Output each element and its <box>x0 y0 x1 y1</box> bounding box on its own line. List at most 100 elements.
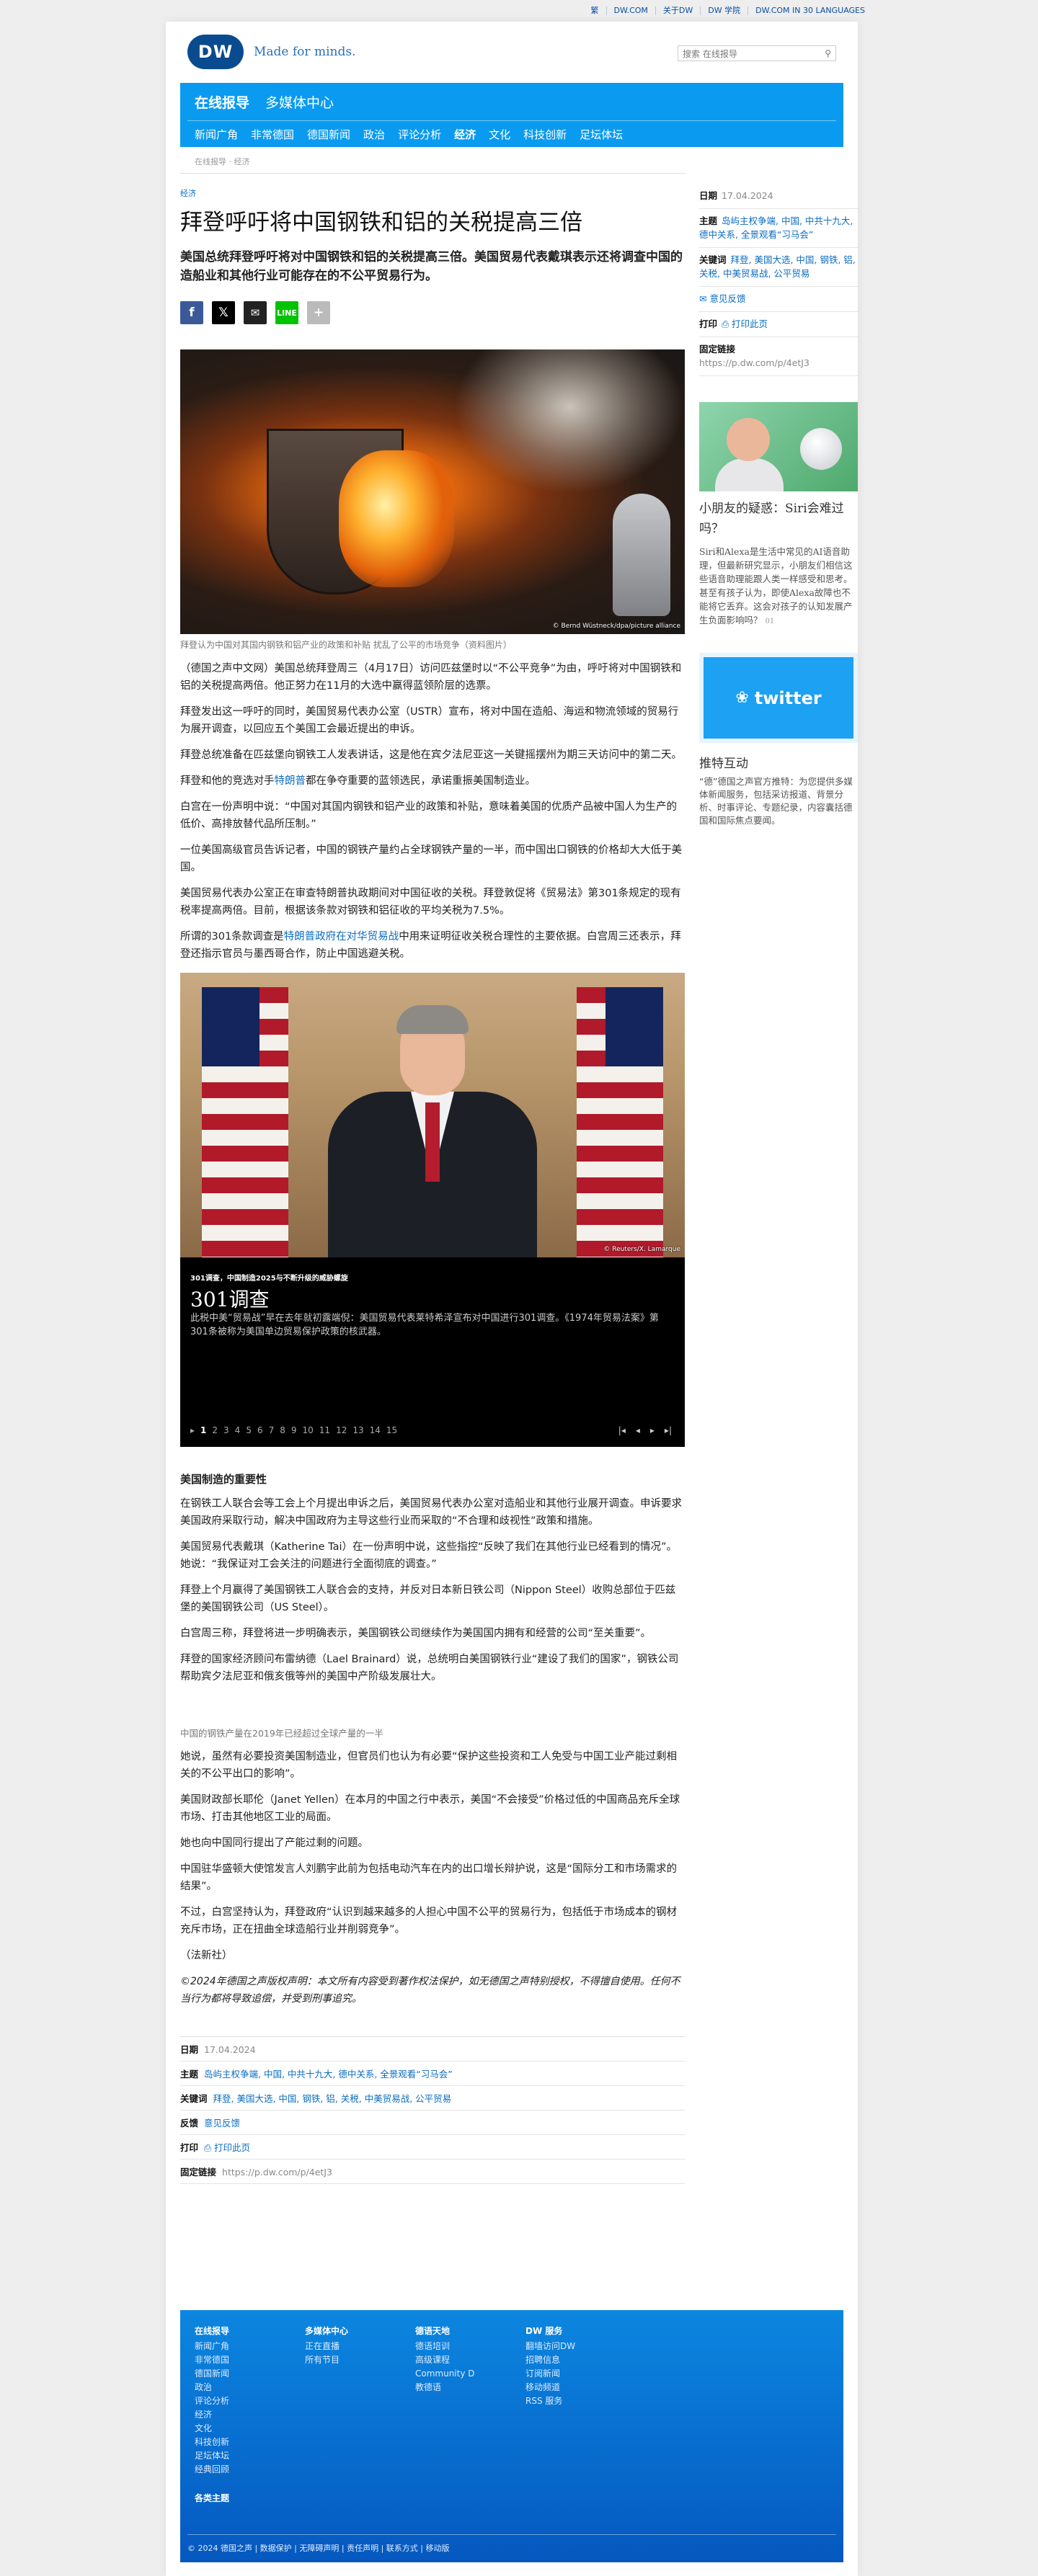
print-link[interactable]: 打印此页 <box>214 2142 250 2153</box>
link-dwcom[interactable]: DW.COM <box>606 6 655 15</box>
footer-main-topics[interactable]: 各类主题 <box>195 2492 229 2504</box>
footer-heading[interactable]: 在线报导 <box>195 2325 305 2337</box>
footer-link[interactable]: 新闻广角 <box>195 2340 305 2353</box>
nav-item-german-news[interactable]: 德国新闻 <box>307 127 350 142</box>
link-trump[interactable]: 特朗普 <box>275 775 306 787</box>
footer-heading[interactable]: DW 服务 <box>525 2325 636 2337</box>
link-languages[interactable]: DW.COM IN 30 LANGUAGES <box>748 6 872 15</box>
gallery-page[interactable]: 5 <box>246 1425 252 1435</box>
article-kicker[interactable]: 经济 <box>180 187 685 199</box>
facebook-icon[interactable]: f <box>180 301 203 324</box>
nav-item-politics[interactable]: 政治 <box>363 127 385 142</box>
footer-heading[interactable]: 德语天地 <box>415 2325 525 2337</box>
footer-link[interactable]: 招聘信息 <box>525 2353 636 2367</box>
paragraph: 拜登的国家经济顾问布雷纳德（Lael Brainard）说，总统明白美国钢铁行业… <box>180 1654 679 1683</box>
gallery-page[interactable]: 15 <box>386 1425 397 1435</box>
footer-link[interactable]: 德语培训 <box>415 2340 525 2353</box>
paragraph: 美国贸易代表戴琪（Katherine Tai）在一份声明中说，这些指控“反映了我… <box>180 1541 678 1570</box>
nav-item-news[interactable]: 新闻广角 <box>195 127 238 142</box>
gallery-page[interactable]: 6 <box>257 1425 263 1435</box>
paragraph: 拜登发出这一呼吁的同时，美国贸易代表办公室（USTR）宣布，将对中国在造船、海运… <box>180 706 679 735</box>
last-icon[interactable]: ▸| <box>665 1425 672 1435</box>
footer-link[interactable]: 评论分析 <box>195 2394 305 2408</box>
paragraph: 美国财政部长耶伦（Janet Yellen）在本月的中国之行中表示，美国“不会接… <box>180 1794 680 1823</box>
gallery-page[interactable]: 4 <box>235 1425 241 1435</box>
search-input[interactable]: 搜索 在线报导 ⚲ <box>678 45 836 61</box>
play-icon[interactable]: ▸ <box>190 1425 195 1435</box>
line-icon[interactable]: LINE <box>275 301 298 324</box>
footer-link[interactable]: 教德语 <box>415 2381 525 2394</box>
gallery-page[interactable]: 2 <box>212 1425 218 1435</box>
sb-topics-links[interactable]: 岛屿主权争端, 中国, 中共十九大, 德中关系, 全景观看“习马会” <box>699 215 853 240</box>
sb-label: 日期 <box>699 190 718 201</box>
plus-icon[interactable]: + <box>307 301 330 324</box>
footer-heading[interactable]: 多媒体中心 <box>305 2325 415 2337</box>
gallery-page[interactable]: 7 <box>269 1425 275 1435</box>
footer-link[interactable]: 政治 <box>195 2381 305 2394</box>
gallery-page[interactable]: 13 <box>352 1425 363 1435</box>
promo-title[interactable]: 推特互动 <box>699 753 858 771</box>
twitter-promo[interactable]: ❀ twitter <box>699 653 858 743</box>
footer-link[interactable]: 正在直播 <box>305 2340 415 2353</box>
footer-link[interactable]: RSS 服务 <box>525 2394 636 2408</box>
flag-canton <box>606 987 663 1066</box>
link-academy[interactable]: DW 学院 <box>700 6 748 15</box>
permalink-value[interactable]: https://p.dw.com/p/4etJ3 <box>222 2167 332 2178</box>
gallery-page[interactable]: 3 <box>223 1425 229 1435</box>
mail-icon[interactable]: ✉ <box>244 301 267 324</box>
gallery-page[interactable]: 12 <box>336 1425 347 1435</box>
link-traditional[interactable]: 繁 <box>584 6 606 15</box>
footer-link[interactable]: 文化 <box>195 2422 305 2435</box>
gallery-page[interactable]: 1 <box>200 1425 206 1435</box>
link-trade-war[interactable]: 特朗普政府在对华贸易战 <box>284 931 399 942</box>
meta-topics-links[interactable]: 岛屿主权争端, 中国, 中共十九大, 德中关系, 全景观看“习马会” <box>204 2069 453 2080</box>
next-icon[interactable]: ▸ <box>650 1425 655 1435</box>
footer-link[interactable]: 经济 <box>195 2408 305 2422</box>
teaser-title[interactable]: 小朋友的疑惑：Siri会难过吗？ <box>699 499 858 539</box>
footer-link[interactable]: 翻墙访问DW <box>525 2340 636 2353</box>
nav-item-economy[interactable]: 经济 <box>454 127 476 142</box>
gallery-page[interactable]: 11 <box>319 1425 330 1435</box>
prev-icon[interactable]: ◂ <box>636 1425 640 1435</box>
gallery-page[interactable]: 9 <box>291 1425 297 1435</box>
footer-link[interactable]: 移动频道 <box>525 2381 636 2394</box>
nav-item-analysis[interactable]: 评论分析 <box>398 127 441 142</box>
nav-item-germany[interactable]: 非常德国 <box>251 127 294 142</box>
feedback-link[interactable]: 意见反馈 <box>204 2118 240 2129</box>
nav-multimedia[interactable]: 多媒体中心 <box>265 92 334 112</box>
sb-permalink-value[interactable]: https://p.dw.com/p/4etJ3 <box>699 357 809 368</box>
nav-item-culture[interactable]: 文化 <box>489 127 510 142</box>
footer-link[interactable]: 订阅新闻 <box>525 2367 636 2381</box>
footer-link[interactable]: Community D <box>415 2367 525 2381</box>
teaser-image[interactable] <box>699 402 858 491</box>
breadcrumb[interactable]: 在线报导 · 经济 <box>195 156 858 167</box>
link-about[interactable]: 关于DW <box>655 6 700 15</box>
search-icon[interactable]: ⚲ <box>825 48 831 58</box>
nav-item-sports[interactable]: 足坛体坛 <box>580 127 623 142</box>
print-icon[interactable]: ⎙ <box>204 2142 214 2153</box>
sb-print-link[interactable]: 打印此页 <box>732 318 768 329</box>
footer-link[interactable]: 足坛体坛 <box>195 2449 305 2463</box>
print-icon[interactable]: ⎙ <box>722 318 732 329</box>
gallery-page[interactable]: 10 <box>303 1425 314 1435</box>
logo[interactable]: DW Made for minds. <box>187 35 355 69</box>
first-icon[interactable]: |◂ <box>618 1425 626 1435</box>
footer-link[interactable]: 科技创新 <box>195 2435 305 2449</box>
gallery-page[interactable]: 14 <box>370 1425 381 1435</box>
nav-item-tech[interactable]: 科技创新 <box>523 127 567 142</box>
footer-link[interactable]: 高级课程 <box>415 2353 525 2367</box>
paragraph: （法新社） <box>180 1950 233 1961</box>
gallery-page[interactable]: 8 <box>280 1425 285 1435</box>
sb-label: 主题 <box>699 215 718 226</box>
footer-link[interactable]: 非常德国 <box>195 2353 305 2367</box>
x-icon[interactable]: 𝕏 <box>212 301 235 324</box>
footer-link[interactable]: 德国新闻 <box>195 2367 305 2381</box>
mail-icon[interactable]: ✉ <box>699 293 709 304</box>
sb-feedback-link[interactable]: 意见反馈 <box>709 293 745 304</box>
footer-copyright[interactable]: © 2024 德国之声 | 数据保护 | 无障碍声明 | 责任声明 | 联系方式… <box>187 2534 836 2554</box>
footer-link[interactable]: 经典回顾 <box>195 2463 305 2477</box>
meta-keywords-links[interactable]: 拜登, 美国大选, 中国, 钢铁, 铝, 关税, 中美贸易战, 公平贸易 <box>213 2093 452 2104</box>
nav-online-reports[interactable]: 在线报导 <box>195 92 249 112</box>
footer-link[interactable]: 所有节目 <box>305 2353 415 2367</box>
paragraph: 白宫周三称，拜登将进一步明确表示，美国钢铁公司继续作为美国国内拥有和经营的公司“… <box>180 1628 652 1639</box>
